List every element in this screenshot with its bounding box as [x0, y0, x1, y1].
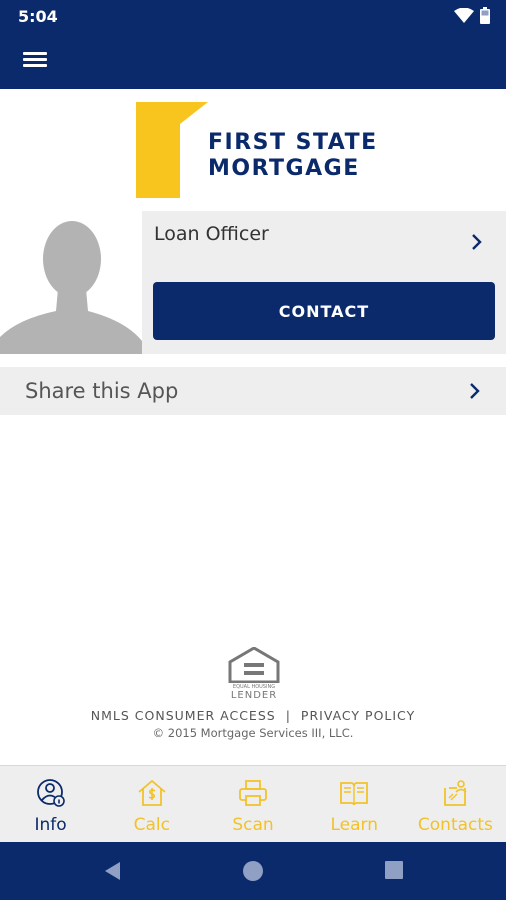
status-icons: [454, 7, 490, 24]
footer-links: NMLS CONSUMER ACCESS | PRIVACY POLICY: [0, 708, 506, 723]
tab-scan-label: Scan: [232, 815, 274, 835]
tab-info-label: Info: [34, 815, 67, 835]
logo-line-1: FIRST STATE: [208, 130, 378, 155]
tab-info[interactable]: Info: [0, 766, 101, 842]
loan-officer-title: Loan Officer: [154, 223, 269, 245]
share-app-row[interactable]: Share this App: [0, 367, 506, 415]
company-logo: FIRST STATE MORTGAGE: [136, 102, 386, 200]
tab-calc[interactable]: Calc: [101, 766, 202, 842]
back-icon[interactable]: [102, 860, 122, 882]
loan-officer-panel[interactable]: Loan Officer CONTACT: [142, 211, 506, 354]
recents-icon[interactable]: [384, 860, 404, 880]
footer-separator: |: [285, 708, 291, 723]
tab-learn[interactable]: Learn: [304, 766, 405, 842]
equal-housing-lender-logo: EQUAL HOUSING LENDER: [228, 647, 280, 703]
home-icon[interactable]: [242, 860, 264, 882]
contact-button[interactable]: CONTACT: [153, 282, 495, 340]
eho-line-2: LENDER: [230, 690, 278, 701]
share-app-label: Share this App: [25, 379, 179, 403]
equal-housing-icon: [228, 647, 280, 683]
logo-mark-icon: [136, 102, 208, 198]
tab-scan[interactable]: Scan: [202, 766, 303, 842]
contacts-icon: [444, 780, 467, 806]
house-dollar-icon: [138, 779, 166, 806]
app-screen: 5:04 FIRST STATE MORTGAGE Loan Officer C…: [0, 0, 506, 900]
tab-learn-label: Learn: [330, 815, 378, 835]
person-info-icon: [36, 779, 65, 807]
tab-contacts[interactable]: Contacts: [405, 766, 506, 842]
chevron-right-icon[interactable]: [470, 233, 484, 251]
system-navigation-bar: [0, 842, 506, 900]
status-bar: 5:04: [0, 0, 506, 32]
bottom-tab-bar: Info Calc Scan Learn Contacts: [0, 765, 506, 842]
tab-calc-label: Calc: [133, 815, 170, 835]
battery-icon: [480, 7, 490, 24]
printer-scan-icon: [239, 780, 267, 806]
tab-contacts-label: Contacts: [417, 815, 493, 835]
logo-line-2: MORTGAGE: [208, 156, 360, 181]
person-silhouette-icon: [0, 211, 142, 354]
wifi-icon: [454, 7, 474, 23]
status-time: 5:04: [18, 7, 58, 26]
app-bar: [0, 32, 506, 89]
chevron-right-icon: [470, 383, 480, 399]
copyright-text: © 2015 Mortgage Services III, LLC.: [152, 726, 354, 740]
book-icon: [340, 782, 369, 806]
nmls-consumer-access-link[interactable]: NMLS CONSUMER ACCESS: [91, 708, 276, 723]
logo-text: FIRST STATE MORTGAGE: [208, 130, 378, 182]
hamburger-menu-icon[interactable]: [16, 46, 54, 74]
privacy-policy-link[interactable]: PRIVACY POLICY: [301, 708, 415, 723]
loan-officer-avatar: [0, 211, 142, 354]
